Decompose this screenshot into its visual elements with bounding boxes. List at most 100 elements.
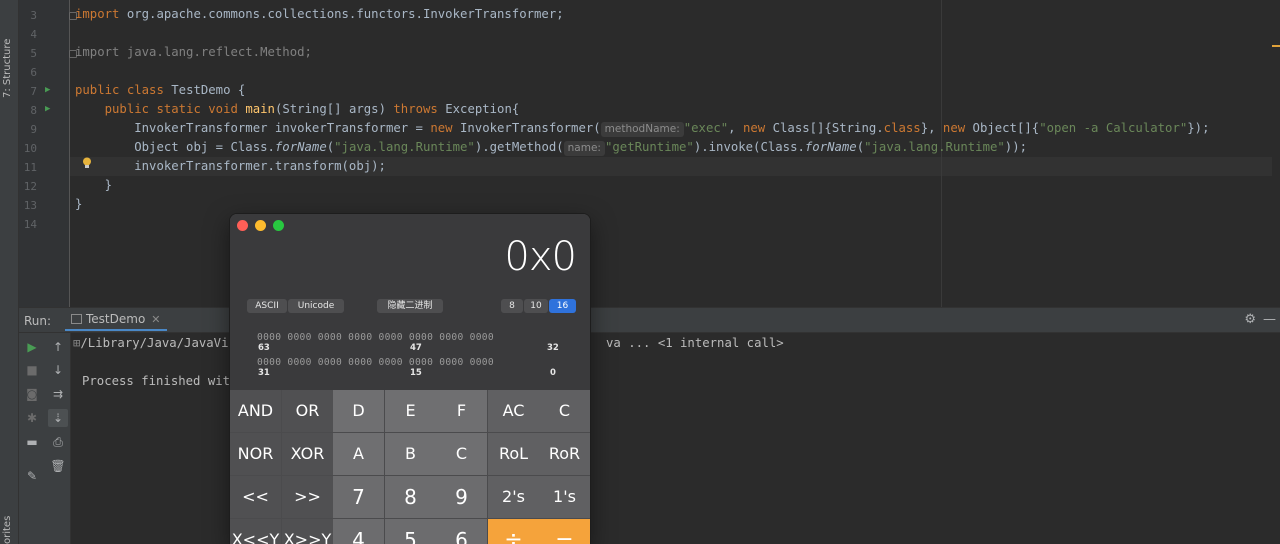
base-10-button[interactable]: 10 <box>524 299 548 313</box>
keyword: static <box>156 102 201 116</box>
favorites-tool-tab[interactable]: orites <box>2 512 17 544</box>
keyword: void <box>208 102 238 116</box>
key-rol[interactable]: RoL <box>488 433 539 475</box>
key-xor[interactable]: XOR <box>282 433 333 475</box>
code-text: }, <box>920 121 943 135</box>
keyword: class <box>883 121 921 135</box>
line-number: 9 <box>30 123 37 136</box>
stop-icon[interactable]: ■ <box>22 361 42 379</box>
string-literal: "open -a Calculator" <box>1039 121 1188 135</box>
ascii-button[interactable]: ASCII <box>247 299 287 313</box>
key-shift-right[interactable]: >> <box>282 476 333 518</box>
base-8-button[interactable]: 8 <box>501 299 523 313</box>
code-text: Class[]{String. <box>765 121 884 135</box>
keyword: class <box>126 83 164 97</box>
up-arrow-icon[interactable]: ↑ <box>48 338 68 356</box>
gear-icon[interactable]: ⚙ <box>1244 312 1256 327</box>
key-7[interactable]: 7 <box>333 476 384 518</box>
run-tab-label: TestDemo <box>86 312 146 326</box>
string-literal: "java.lang.Runtime" <box>864 140 1005 154</box>
unicode-button[interactable]: Unicode <box>288 299 344 313</box>
string-literal: "getRuntime" <box>604 140 694 154</box>
run-toolbar: ▶ ↑ ■ ↓ ◙ ⇉ ✱ ⇣ ▬ ⎙ 🗑 ✎ <box>19 333 71 544</box>
key-ones-complement[interactable]: 1's <box>539 476 590 518</box>
calculator-window[interactable]: 0x0 ASCII Unicode 隐藏二进制 8 10 16 0000 000… <box>230 214 590 544</box>
key-4[interactable]: 4 <box>333 519 384 544</box>
minimize-icon[interactable]: — <box>1263 312 1276 327</box>
debug-icon[interactable]: ✱ <box>22 409 42 427</box>
key-c[interactable]: C <box>539 390 590 432</box>
parameter-hint: name: <box>563 141 605 156</box>
code-text: Object obj = Class. <box>134 140 275 154</box>
static-method: forName <box>804 140 857 154</box>
key-nor[interactable]: NOR <box>230 433 281 475</box>
parameter-hint: methodName: <box>600 122 684 137</box>
code-text: } <box>104 178 113 192</box>
key-e[interactable]: E <box>385 390 436 432</box>
code-text: , <box>728 121 743 135</box>
console-command-line: ⊞/Library/Java/JavaVi <box>73 336 228 350</box>
minimize-window-button[interactable] <box>255 220 266 231</box>
key-twos-complement[interactable]: 2's <box>488 476 539 518</box>
bit-row-low[interactable]: 0000 0000 0000 0000 0000 0000 0000 0000 <box>257 357 494 368</box>
camera-icon[interactable]: ◙ <box>22 385 42 403</box>
pin-icon[interactable]: ✎ <box>22 467 42 485</box>
trash-icon[interactable]: 🗑 <box>48 457 68 475</box>
code-line: } <box>75 176 112 195</box>
key-9[interactable]: 9 <box>436 476 487 518</box>
key-divide[interactable]: ÷ <box>488 519 539 544</box>
bit-label: 47 <box>410 343 422 353</box>
run-main-icon[interactable]: ▶ <box>45 104 50 114</box>
key-and[interactable]: AND <box>230 390 281 432</box>
calculator-display-area: 0x0 ASCII Unicode 隐藏二进制 8 10 16 0000 000… <box>230 214 590 390</box>
key-or[interactable]: OR <box>282 390 333 432</box>
code-text: ).invoke(Class. <box>693 140 805 154</box>
bit-label: 15 <box>410 368 422 378</box>
key-ac[interactable]: AC <box>488 390 539 432</box>
key-x-shift-left-y[interactable]: X<<Y <box>230 519 281 544</box>
run-label: Run: <box>24 314 52 328</box>
code-line: } <box>75 195 82 214</box>
run-tool-window: Run: TestDemo ✕ ⚙ — ▶ ↑ ■ ↓ ◙ ⇉ ✱ ⇣ ▬ ⎙ 🗑… <box>19 307 1280 544</box>
key-f[interactable]: F <box>436 390 487 432</box>
key-8[interactable]: 8 <box>385 476 436 518</box>
key-shift-left[interactable]: << <box>230 476 281 518</box>
code-text: ).getMethod( <box>474 140 564 154</box>
close-icon[interactable]: ✕ <box>151 313 160 326</box>
code-line: public class TestDemo { <box>75 81 245 100</box>
hide-binary-button[interactable]: 隐藏二进制 <box>377 299 443 313</box>
run-class-icon[interactable]: ▶ <box>45 85 50 95</box>
key-a[interactable]: A <box>333 433 384 475</box>
down-arrow-icon[interactable]: ↓ <box>48 361 68 379</box>
run-tab-testdemo[interactable]: TestDemo ✕ <box>65 310 167 331</box>
code-line: import org.apache.commons.collections.fu… <box>75 5 564 24</box>
key-hex-c[interactable]: C <box>436 433 487 475</box>
code-text: }); <box>1187 121 1210 135</box>
key-b[interactable]: B <box>385 433 436 475</box>
key-6[interactable]: 6 <box>436 519 487 544</box>
warning-marker[interactable] <box>1272 45 1280 47</box>
bit-row-high[interactable]: 0000 0000 0000 0000 0000 0000 0000 0000 <box>257 332 494 343</box>
bit-label: 63 <box>258 343 270 353</box>
layout-icon[interactable]: ▬ <box>22 433 42 451</box>
rerun-icon[interactable]: ▶ <box>22 338 42 356</box>
keyword: new <box>942 121 966 135</box>
code-line: InvokerTransformer invokerTransformer = … <box>75 119 1209 138</box>
key-5[interactable]: 5 <box>385 519 436 544</box>
key-x-shift-right-y[interactable]: X>>Y <box>282 519 333 544</box>
print-icon[interactable]: ⎙ <box>48 433 68 451</box>
key-ror[interactable]: RoR <box>539 433 590 475</box>
structure-tool-tab[interactable]: 7: Structure <box>2 28 17 98</box>
code-line: invokerTransformer.transform(obj); <box>75 157 386 176</box>
key-d[interactable]: D <box>333 390 384 432</box>
scroll-to-end-icon[interactable]: ⇣ <box>48 409 68 427</box>
console-finished: Process finished wit <box>82 374 231 388</box>
base-16-button[interactable]: 16 <box>549 299 576 313</box>
key-minus[interactable]: − <box>539 519 590 544</box>
zoom-window-button[interactable] <box>273 220 284 231</box>
code-editor[interactable]: 3 4 5 6 7 8 9 10 11 12 13 14 ▶ ▶ import … <box>19 0 1280 307</box>
line-number: 7 <box>30 85 37 98</box>
code-text: TestDemo { <box>171 83 246 97</box>
soft-wrap-icon[interactable]: ⇉ <box>48 385 68 403</box>
close-window-button[interactable] <box>237 220 248 231</box>
